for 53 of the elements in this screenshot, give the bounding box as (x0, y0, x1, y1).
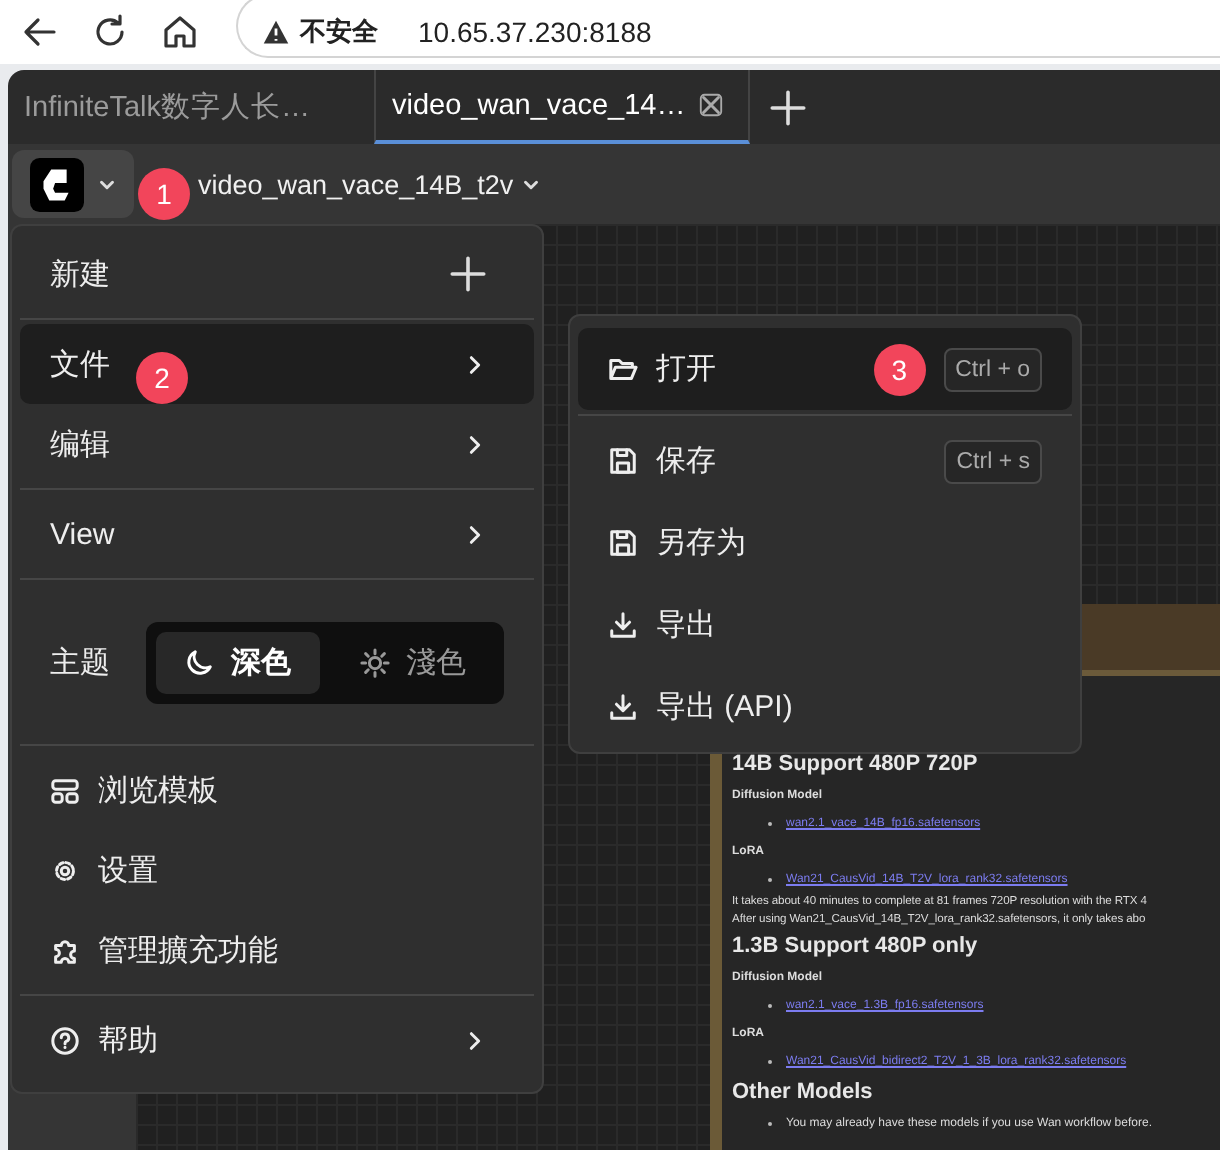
download-icon (608, 610, 638, 640)
menu-item[interactable]: 设置 (20, 830, 534, 910)
theme-label: 主题 (50, 643, 112, 681)
workflow-tab[interactable]: InfiniteTalk数字人长… (8, 70, 374, 144)
reload-icon[interactable] (90, 12, 130, 52)
help-icon (50, 1025, 80, 1055)
chevron-right-icon (464, 353, 486, 375)
node-heading: Other Models (732, 1078, 875, 1108)
back-icon[interactable] (20, 12, 60, 52)
folder-icon (608, 354, 638, 384)
sun-icon (359, 647, 390, 677)
menu-item[interactable]: 保存 Ctrl + s (578, 420, 1072, 502)
save-icon (608, 528, 638, 558)
chevron-right-icon (464, 433, 486, 455)
menu-item[interactable]: 文件 2 (20, 324, 534, 404)
chevron-right-icon (464, 523, 486, 545)
home-icon[interactable] (160, 12, 200, 52)
plus-icon (770, 89, 806, 125)
menu-item[interactable]: 管理擴充功能 (20, 910, 534, 990)
theme-option[interactable]: 淺色 (331, 631, 494, 693)
step-badge: 2 (136, 352, 188, 404)
puzzle-icon (50, 935, 80, 965)
menu-item[interactable]: 编辑 (20, 404, 534, 484)
moon-icon (184, 647, 215, 677)
plus-icon (450, 256, 486, 292)
shortcut-hint: Ctrl + s (944, 439, 1042, 483)
shortcut-hint: Ctrl + o (943, 347, 1042, 391)
menu-item[interactable]: View (20, 494, 534, 574)
download-icon (608, 692, 638, 722)
layout-icon (50, 775, 80, 805)
menu-item[interactable]: 导出 (API) (578, 666, 1072, 748)
warning-icon (262, 17, 290, 45)
node-heading: 1.3B Support 480P only (732, 932, 980, 962)
workflow-name-button[interactable]: video_wan_vace_14B_t2v (198, 169, 542, 199)
menu-item[interactable]: 帮助 (20, 1000, 534, 1080)
save-icon (608, 446, 638, 476)
menu-item[interactable]: 新建 (20, 234, 534, 314)
url-text: 10.65.37.230:8188 (418, 15, 652, 47)
menu-item[interactable]: 打开 3 Ctrl + o (578, 328, 1072, 410)
menu-item[interactable]: 另存为 (578, 502, 1072, 584)
chevron-right-icon (464, 1029, 486, 1051)
logo-icon (30, 157, 84, 211)
security-label: 不安全 (300, 13, 378, 49)
settings-icon (50, 855, 80, 885)
step-badge: 3 (873, 343, 926, 395)
menu-item[interactable]: 导出 (578, 584, 1072, 666)
logo-menu-button[interactable] (12, 150, 134, 218)
address-bar[interactable]: 不安全 10.65.37.230:8188 (236, 0, 1220, 58)
theme-option[interactable]: 深色 (156, 631, 319, 693)
step-badge: 1 (138, 168, 190, 220)
close-icon[interactable] (698, 92, 724, 118)
menu-item[interactable]: 浏览模板 (20, 750, 534, 830)
node-heading: 14B Support 480P 720P (732, 750, 980, 780)
